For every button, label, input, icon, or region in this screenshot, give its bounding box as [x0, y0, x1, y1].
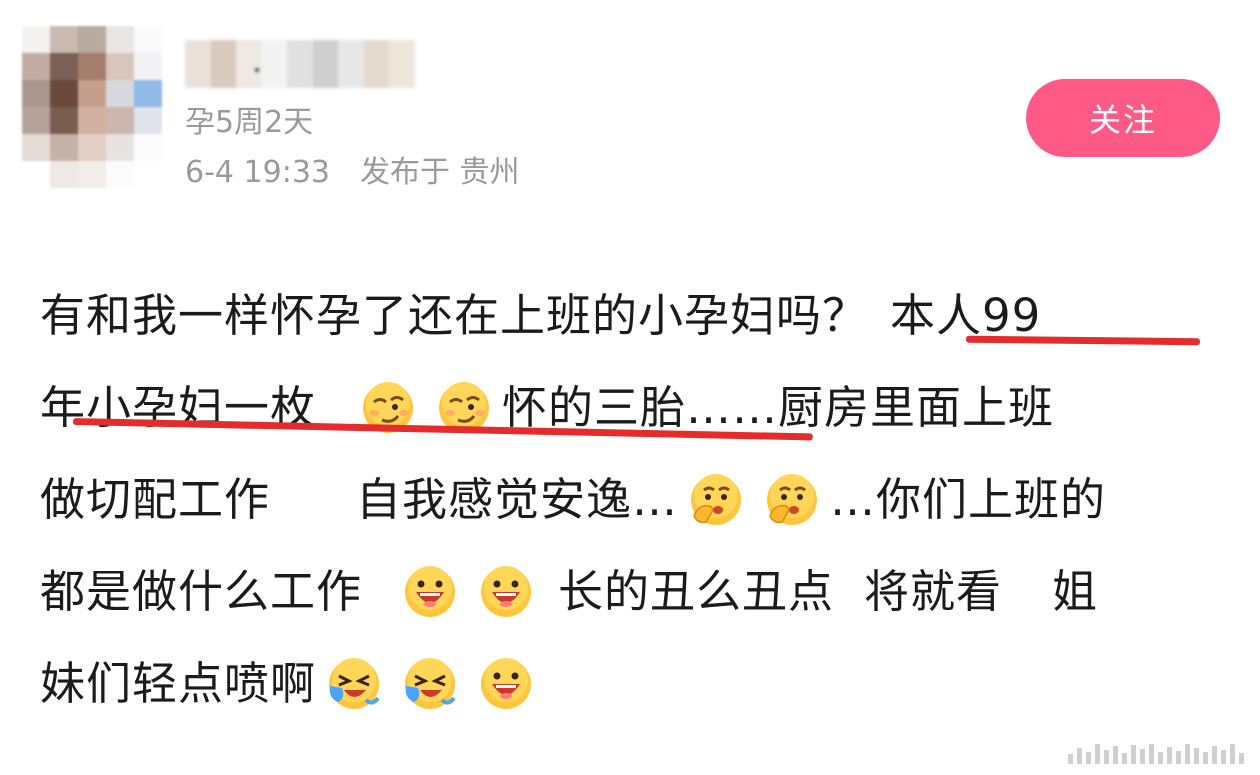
post-text: 本人99 — [890, 289, 1042, 342]
post-text: 有和我一样怀孕了还在上班的小孕妇吗？ — [40, 289, 869, 342]
hand-over-mouth-emoji-icon — [691, 474, 742, 525]
post-text: 年小孕妇一枚 — [40, 381, 317, 434]
post-time: 6-4 19:33 — [185, 155, 330, 190]
post-text: 长的丑么丑点 — [558, 565, 835, 618]
crying-laughing-emoji-icon — [329, 658, 380, 709]
post-text: 怀的三胎……厨房里面上班 — [502, 381, 1055, 434]
laughing-emoji-icon — [481, 658, 532, 709]
post-text: 将就看 — [864, 565, 1003, 618]
laughing-emoji-icon — [405, 566, 456, 617]
post-line: 妹们轻点喷啊 — [40, 638, 1230, 730]
post-text: 都是做什么工作 — [40, 565, 363, 618]
post-text: 妹们轻点喷啊 — [40, 657, 317, 710]
post-line: 年小孕妇一枚 怀的三胎……厨房里面上班 — [40, 362, 1230, 454]
pregnancy-status: 孕5周2天 — [185, 105, 314, 140]
post-text: 做切配工作 — [40, 473, 271, 526]
post-meta: 6-4 19:33 发布于 贵州 — [185, 158, 520, 188]
follow-button[interactable]: 关注 — [1026, 79, 1220, 157]
post-line: 做切配工作 自我感觉安逸… …你们上班的 — [40, 454, 1230, 546]
hand-over-mouth-emoji-icon — [767, 474, 818, 525]
post-text: 姐 — [1052, 565, 1099, 618]
post-text: …你们上班的 — [830, 473, 1107, 526]
username-blurred[interactable] — [185, 40, 415, 88]
avatar[interactable] — [22, 26, 162, 188]
watermark — [1068, 742, 1246, 764]
post-line: 都是做什么工作 长的丑么丑点 将就看 姐 — [40, 546, 1230, 638]
post-location: 发布于 贵州 — [360, 155, 520, 190]
laughing-emoji-icon — [481, 566, 532, 617]
crying-laughing-emoji-icon — [405, 658, 456, 709]
post-text: 自我感觉安逸… — [356, 473, 679, 526]
post-line: 有和我一样怀孕了还在上班的小孕妇吗？ 本人99 — [40, 270, 1230, 362]
